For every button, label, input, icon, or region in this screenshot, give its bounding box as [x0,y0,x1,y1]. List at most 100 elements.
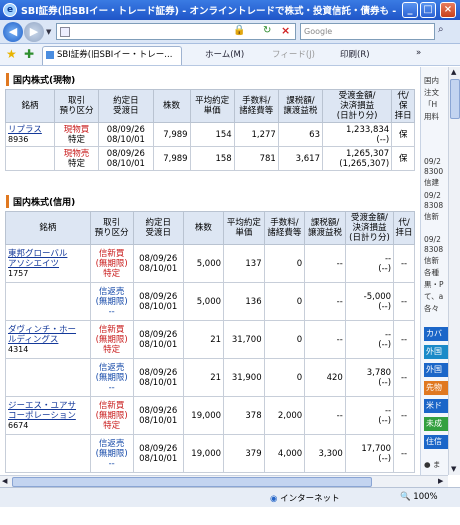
tax: -- [304,282,346,321]
globe-icon: ◉ [270,494,278,504]
date-cell: 08/09/26 08/10/01 [132,434,184,473]
trade-date: 08/09/26 [106,148,145,159]
vertical-scrollbar[interactable]: ▲ ▼ [448,67,460,475]
trade-type: 現物売 [63,148,90,159]
back-button[interactable]: ◀ [3,22,23,42]
stock-name-link[interactable]: リプラス [8,125,42,135]
amount-cell: -- (--) [344,320,395,359]
amount-cell: 3,780 (--) [344,358,395,397]
url-field[interactable]: 🔒 ↻ × [56,23,296,40]
profit-loss: (--) [378,415,392,426]
column-header: 代/ 保 拝日 [391,89,415,123]
amount-cell: -5,000 (--) [344,282,395,321]
browser-tab[interactable]: SBI証券(旧SBIイー・トレー... [42,46,182,65]
scroll-down-icon[interactable]: ▼ [451,465,456,473]
add-favorite-icon[interactable]: ✚ [24,47,34,61]
table-row: リプラス 8936 現物買 特定 08/09/26 08/10/01 7,989 154 1,2… [5,122,415,147]
amount-cell: 1,265,307 (1,265,307) [321,146,393,171]
sidebar-link-button[interactable]: 未成 [424,417,448,431]
security-zone: ◉ インターネット [270,492,340,504]
sidebar-text: 黒・P [424,280,444,289]
stop-icon[interactable]: × [281,24,290,37]
settle-date: 08/10/01 [139,263,178,274]
search-input[interactable]: Google [300,23,435,40]
sidebar-link-button[interactable]: 外国 [424,345,448,359]
fee: 781 [233,146,279,171]
sidebar-link-button[interactable]: カバ [424,327,448,341]
row-flag: -- [393,244,415,283]
maximize-button[interactable]: □ [420,2,436,18]
forward-button[interactable]: ▶ [24,22,44,42]
sidebar-text: 国内 [424,76,439,85]
spot-section-title: 国内株式(現物) [6,73,75,86]
sidebar-more[interactable]: ● ま [424,459,440,470]
ie-icon: e [3,3,17,17]
column-header: 手数料/ 諸経費等 [233,89,279,123]
address-bar: ◀ ▶ ▼ 🔒 ↻ × Google ⌕ [0,20,460,44]
feed-button[interactable]: フィード(J) [272,48,315,60]
horizontal-scrollbar[interactable]: ◀ ▶ [0,475,448,487]
column-header: 受渡金額/ 決済損益 (日計り分) [344,211,395,245]
quantity: 7,989 [152,122,191,147]
row-flag: -- [393,434,415,473]
minimize-button[interactable]: _ [402,2,418,18]
refresh-icon[interactable]: ↻ [263,25,271,36]
avg-price: 31,700 [223,320,265,359]
fee: 0 [263,244,306,283]
trade-date: 08/09/26 [139,291,178,302]
sidebar-link-button[interactable]: 住信 [424,435,448,449]
table-row: ジーエス・ユアサ コーポレーション 6674 信新買 (無期限) 特定 08/09/2… [5,396,415,435]
more-commands-button[interactable]: » [416,48,421,58]
settle-amount: 3,780 [366,367,392,378]
vertical-scroll-thumb[interactable] [450,79,460,119]
print-button[interactable]: 印刷(R) [340,48,370,60]
settle-date: 08/10/01 [106,134,145,145]
quantity: 7,989 [152,146,191,171]
trade-date: 08/09/26 [106,124,145,135]
zoom-level[interactable]: 🔍 100% [400,492,438,502]
column-header: 受渡金額/ 決済損益 (日計り分) [321,89,393,123]
stock-code: 8936 [8,134,29,144]
date-cell: 08/09/26 08/10/01 [132,320,184,359]
sidebar-link-button[interactable]: 外国 [424,363,448,377]
stock-name-link[interactable]: 東邦グローバル アソシエイツ [8,249,67,269]
table-row: 信返売 (無期限) -- 08/09/26 08/10/01 5,000 136 0 -- -… [5,282,415,321]
stock-name-link[interactable]: ジーエス・ユアサ コーポレーション [8,401,76,421]
column-header: 平均約定 単価 [223,211,265,245]
lock-icon[interactable]: 🔒 [233,25,245,36]
tax: -- [304,320,346,359]
amount-cell: 1,233,834 (--) [321,122,393,147]
date-cell: 08/09/26 08/10/01 [98,146,154,171]
scroll-right-icon[interactable]: ▶ [438,477,443,485]
sidebar-text: 注文 [424,88,439,97]
sidebar-link-button[interactable]: 米ド [424,399,448,413]
sidebar-link-button[interactable]: 先物 [424,381,448,395]
close-button[interactable]: × [440,2,456,18]
table-row: 現物売 特定 08/09/26 08/10/01 7,989 158 781 3,617 1,2… [5,146,415,171]
stock-cell: リプラス 8936 [5,122,55,147]
stock-name-link[interactable]: ダヴィンチ・ホー ルディングス [8,325,76,345]
quantity: 5,000 [182,282,225,321]
margin-table: 銘柄 取引 預り区分 約定日 受渡日 株数 平均約定 単価 手数料/ 諸経費等 課税額/ 譲… [5,211,415,473]
history-dropdown-icon[interactable]: ▼ [46,28,51,36]
trade-date: 08/09/26 [139,405,178,416]
status-bar: ◉ インターネット 🔍 100% [0,487,460,507]
quantity: 21 [182,320,225,359]
stock-code: 6674 [8,420,29,430]
amount-cell: 17,700 (--) [344,434,395,473]
tax: 63 [277,122,323,147]
search-icon[interactable]: ⌕ [438,24,444,35]
scroll-up-icon[interactable]: ▲ [451,68,456,76]
quantity: 5,000 [182,244,225,283]
margin-section-title: 国内株式(信用) [6,195,75,208]
sidebar-text: 8308 [424,201,444,210]
horizontal-scroll-thumb[interactable] [12,477,372,487]
right-sidebar: 国内 注文 「H 用料 09/2 8300 信建 09/2 8308 信新 09/2 8308 信新 各種… [420,67,448,475]
row-flag: 保 [391,122,415,147]
sidebar-text: 「H [424,100,438,109]
favorites-star-icon[interactable]: ★ [6,47,17,61]
amount-cell: -- (--) [344,396,395,435]
home-button[interactable]: ホーム(M) [205,48,244,60]
amount-cell: -- (--) [344,244,395,283]
scroll-left-icon[interactable]: ◀ [2,477,7,485]
